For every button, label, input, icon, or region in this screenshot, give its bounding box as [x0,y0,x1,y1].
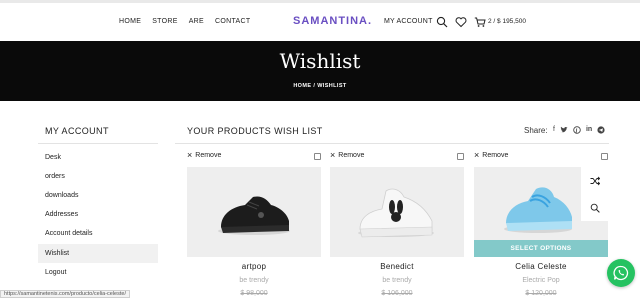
shoe-image [218,196,290,235]
shuffle-icon [590,176,600,185]
site-header: HOME STORE ARE CONTACT SAMANTINA. MY ACC… [0,3,640,41]
product-category[interactable]: Electric Pop [474,277,608,284]
product-name[interactable]: Benedict [330,262,464,271]
select-options-button[interactable]: SELECT OPTIONS [474,240,608,257]
share-icons: f in [553,126,605,134]
product-card-header: × Remove [330,151,464,163]
sidebar-item-account-details[interactable]: Account details [38,224,158,243]
sidebar-item-orders[interactable]: orders [38,167,158,186]
whatsapp-button[interactable] [607,259,635,287]
compare-button[interactable] [581,167,608,194]
pinterest-icon[interactable] [573,126,581,134]
cart-summary[interactable]: 2 / $ 195,500 [488,18,526,25]
twitter-icon[interactable] [560,126,568,134]
zoom-icon [590,203,600,213]
page-title: Wishlist [279,49,361,73]
close-icon: × [474,150,480,160]
product-price: $ 98,000 [240,290,268,297]
cart-icon[interactable] [474,16,486,28]
remove-label: Remove [482,151,509,159]
quick-tools [581,167,608,221]
telegram-icon[interactable] [597,126,605,134]
linkedin-icon[interactable]: in [586,126,592,134]
close-icon: × [330,150,336,160]
product-image[interactable] [187,167,321,257]
sidebar-item-desk[interactable]: Desk [38,148,158,167]
product-image[interactable] [330,167,464,257]
sidebar-divider [38,143,158,144]
breadcrumb[interactable]: HOME / WISHLIST [0,83,640,89]
sidebar-title: MY ACCOUNT [45,126,109,136]
remove-label: Remove [195,151,222,159]
remove-label: Remove [338,151,365,159]
whatsapp-icon [613,265,629,281]
link-status-bar: https://samantinetenis.com/producto/celi… [0,290,130,298]
heart-icon[interactable] [455,16,467,28]
product-image[interactable]: SELECT OPTIONS [474,167,608,257]
my-account-link[interactable]: MY ACCOUNT [384,18,433,25]
nav-are[interactable]: ARE [189,18,204,25]
product-name[interactable]: Celia Celeste [474,262,608,271]
close-icon: × [187,150,193,160]
sidebar-item-addresses[interactable]: Addresses [38,205,158,224]
sidebar-item-wishlist[interactable]: Wishlist [38,244,158,263]
product-card-header: × Remove [187,151,321,163]
product-name[interactable]: artpop [187,262,321,271]
select-checkbox[interactable] [457,153,464,160]
nav-contact[interactable]: CONTACT [215,18,250,25]
site-logo[interactable]: SAMANTINA. [293,15,372,27]
product-category[interactable]: be trendy [187,277,321,284]
nav-store[interactable]: STORE [152,18,178,25]
sidebar-item-downloads[interactable]: downloads [38,186,158,205]
wishlist-heading: YOUR PRODUCTS WISH LIST [187,126,323,136]
remove-button[interactable]: × Remove [330,150,464,160]
remove-button[interactable]: × Remove [474,150,608,160]
share-label: Share: [524,126,548,135]
sidebar-item-logout[interactable]: Logout [38,263,158,282]
facebook-icon[interactable]: f [553,126,555,134]
shoe-image [358,188,434,238]
product-category[interactable]: be trendy [330,277,464,284]
main-divider [175,143,609,144]
product-price: $ 120,000 [525,290,557,297]
nav-home[interactable]: HOME [119,18,141,25]
select-checkbox[interactable] [601,153,608,160]
select-checkbox[interactable] [314,153,321,160]
product-price: $ 106,000 [381,290,413,297]
main-nav: HOME STORE ARE CONTACT [119,18,250,25]
quick-view-button[interactable] [581,194,608,221]
product-card-header: × Remove [474,151,608,163]
search-icon[interactable] [436,16,448,28]
remove-button[interactable]: × Remove [187,150,321,160]
